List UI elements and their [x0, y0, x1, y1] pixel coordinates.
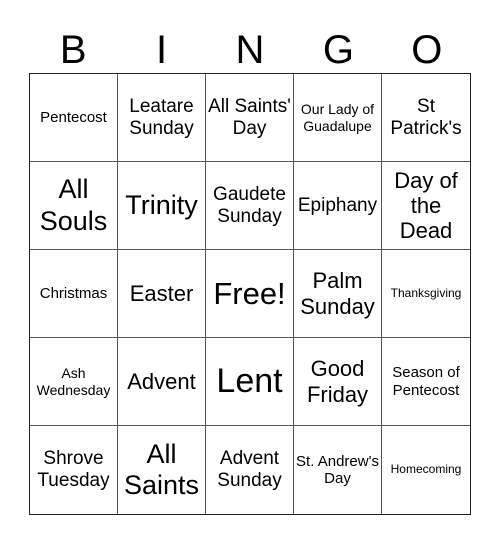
- cell-label: All Saints: [123, 438, 200, 500]
- header-letter-o: O: [411, 28, 443, 72]
- bingo-card-grid: Pentecost Leatare Sunday All Saints' Day…: [29, 73, 471, 515]
- bingo-cell[interactable]: Christmas: [30, 250, 118, 338]
- cell-label: Good Friday: [306, 356, 369, 407]
- bingo-cell[interactable]: Shrove Tuesday: [30, 426, 118, 514]
- bingo-cell[interactable]: All Saints: [118, 426, 206, 514]
- bingo-cell[interactable]: Ash Wednesday: [30, 338, 118, 426]
- cell-label: Homecoming: [390, 462, 462, 477]
- bingo-cell[interactable]: St Patrick's: [382, 74, 470, 162]
- bingo-cell[interactable]: Good Friday: [294, 338, 382, 426]
- cell-label: Free!: [213, 275, 286, 311]
- bingo-cell[interactable]: Lent: [206, 338, 294, 426]
- bingo-cell[interactable]: Palm Sunday: [294, 250, 382, 338]
- bingo-cell[interactable]: Easter: [118, 250, 206, 338]
- cell-label: Lent: [216, 361, 283, 400]
- cell-label: Thanksgiving: [390, 285, 462, 300]
- cell-label: St Patrick's: [390, 95, 462, 139]
- cell-label: Advent Sunday: [217, 448, 282, 491]
- cell-label: Epiphany: [297, 194, 378, 216]
- bingo-cell[interactable]: Leatare Sunday: [118, 74, 206, 162]
- cell-label: Trinity: [125, 189, 198, 220]
- cell-label: Season of Pentecost: [392, 364, 460, 399]
- cell-label: St. Andrew's Day: [296, 452, 379, 487]
- cell-label: Day of the Dead: [394, 167, 458, 244]
- bingo-cell[interactable]: Advent Sunday: [206, 426, 294, 514]
- cell-label: All Souls: [39, 174, 108, 236]
- bingo-cell[interactable]: Day of the Dead: [382, 162, 470, 250]
- bingo-cell[interactable]: Homecoming: [382, 426, 470, 514]
- cell-label: Advent: [127, 368, 196, 394]
- bingo-cell[interactable]: All Souls: [30, 162, 118, 250]
- cell-label: Christmas: [39, 284, 108, 302]
- bingo-cell[interactable]: Trinity: [118, 162, 206, 250]
- cell-label: Our Lady of Guadalupe: [300, 101, 375, 134]
- bingo-cell[interactable]: Epiphany: [294, 162, 382, 250]
- cell-label: Palm Sunday: [300, 268, 375, 319]
- bingo-cell[interactable]: Pentecost: [30, 74, 118, 162]
- cell-label: Pentecost: [40, 108, 107, 126]
- bingo-cell[interactable]: Advent: [118, 338, 206, 426]
- cell-label: All Saints' Day: [208, 95, 291, 139]
- bingo-cell[interactable]: Gaudete Sunday: [206, 162, 294, 250]
- bingo-cell[interactable]: All Saints' Day: [206, 74, 294, 162]
- bingo-header: B I N G O: [29, 26, 471, 74]
- cell-label: Gaudete Sunday: [213, 183, 286, 227]
- free-space-cell[interactable]: Free!: [206, 250, 294, 338]
- bingo-cell[interactable]: St. Andrew's Day: [294, 426, 382, 514]
- bingo-cell[interactable]: Thanksgiving: [382, 250, 470, 338]
- header-letter-b: B: [59, 28, 87, 72]
- header-letter-g: G: [322, 28, 354, 72]
- cell-label: Ash Wednesday: [36, 365, 111, 398]
- cell-label: Shrove Tuesday: [37, 448, 110, 491]
- header-letter-i: I: [156, 28, 168, 72]
- bingo-cell[interactable]: Our Lady of Guadalupe: [294, 74, 382, 162]
- cell-label: Leatare Sunday: [129, 95, 194, 139]
- header-letter-n: N: [235, 28, 265, 72]
- bingo-cell[interactable]: Season of Pentecost: [382, 338, 470, 426]
- cell-label: Easter: [129, 280, 194, 306]
